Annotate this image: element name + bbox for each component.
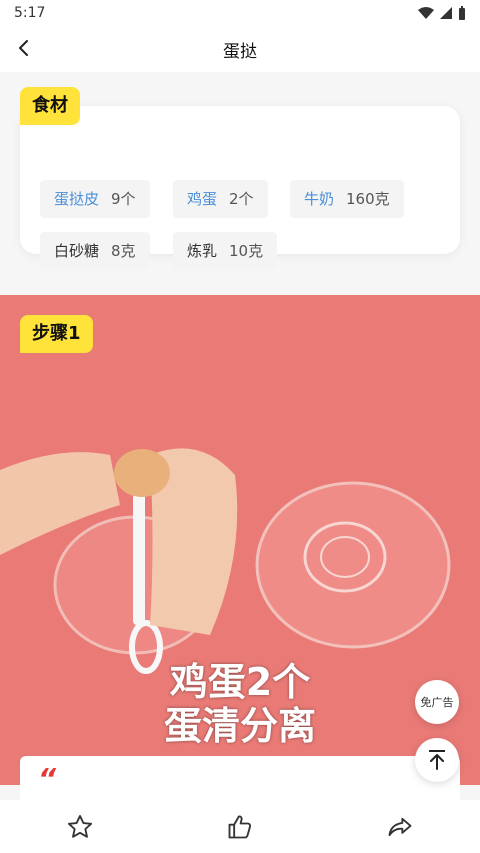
back-to-top-button[interactable] [415,738,459,782]
step-caption: 鸡蛋2个 蛋清分离 [0,660,480,748]
ingredients-tag: 食材 [20,87,80,125]
step-description-card: “ [20,756,460,800]
ingredients-card: 蛋挞皮 9个 鸡蛋 2个 牛奶 160克白砂糖 8克 炼乳 10克 [20,106,460,270]
ingredient-amount: 2个 [229,190,254,208]
share-button[interactable] [383,810,417,844]
no-ads-button[interactable]: 免广告 [415,680,459,724]
ingredient-name[interactable]: 蛋挞皮 [54,190,99,208]
step-tag: 步骤1 [20,315,93,353]
bottom-toolbar [0,800,480,853]
nav-bar: 蛋挞 [0,26,480,72]
ingredient-item[interactable]: 牛奶 160克 [290,180,404,218]
chevron-left-icon [19,40,28,56]
ingredient-item: 炼乳 10克 [173,232,278,270]
status-bar: 5:17 [0,0,480,26]
step-caption-line-1: 鸡蛋2个 [169,660,311,704]
ingredient-name[interactable]: 鸡蛋 [187,190,217,208]
ingredient-amount: 9个 [111,190,136,208]
ingredient-name: 炼乳 [187,242,218,260]
ingredient-item: 白砂糖 8克 [40,232,150,270]
step-caption-line-2: 蛋清分离 [163,704,316,748]
signal-icon [440,7,452,19]
page-title: 蛋挞 [223,41,257,62]
no-ads-label: 免广告 [420,696,454,709]
status-icons [418,6,466,20]
ingredient-amount: 160克 [346,190,390,208]
recipe-content[interactable]: 蛋挞皮 9个 鸡蛋 2个 牛奶 160克 白砂糖 8克 炼乳 10克 食材 鸡蛋2个 蛋清分离 步… [0,72,480,800]
ingredient-amount: 8克 [111,242,136,260]
ingredient-amount: 10克 [229,242,264,260]
ingredient-name: 白砂糖 [54,242,100,260]
back-button[interactable] [10,34,38,62]
ingredient-name[interactable]: 牛奶 [304,190,334,208]
like-button[interactable] [223,810,257,844]
step-image[interactable]: 鸡蛋2个 蛋清分离 [0,295,480,785]
quote-mark: “ [38,762,57,795]
star-icon [67,814,93,838]
ingredient-item[interactable]: 蛋挞皮 9个 [40,180,150,218]
wifi-icon [418,7,434,19]
battery-icon [459,6,465,20]
thumbs-up-icon [228,814,251,838]
arrow-up-to-top-icon [429,750,445,770]
ingredient-item[interactable]: 鸡蛋 2个 [173,180,268,218]
share-icon [388,817,412,836]
favorite-button[interactable] [63,810,97,844]
status-time: 5:17 [14,5,46,21]
